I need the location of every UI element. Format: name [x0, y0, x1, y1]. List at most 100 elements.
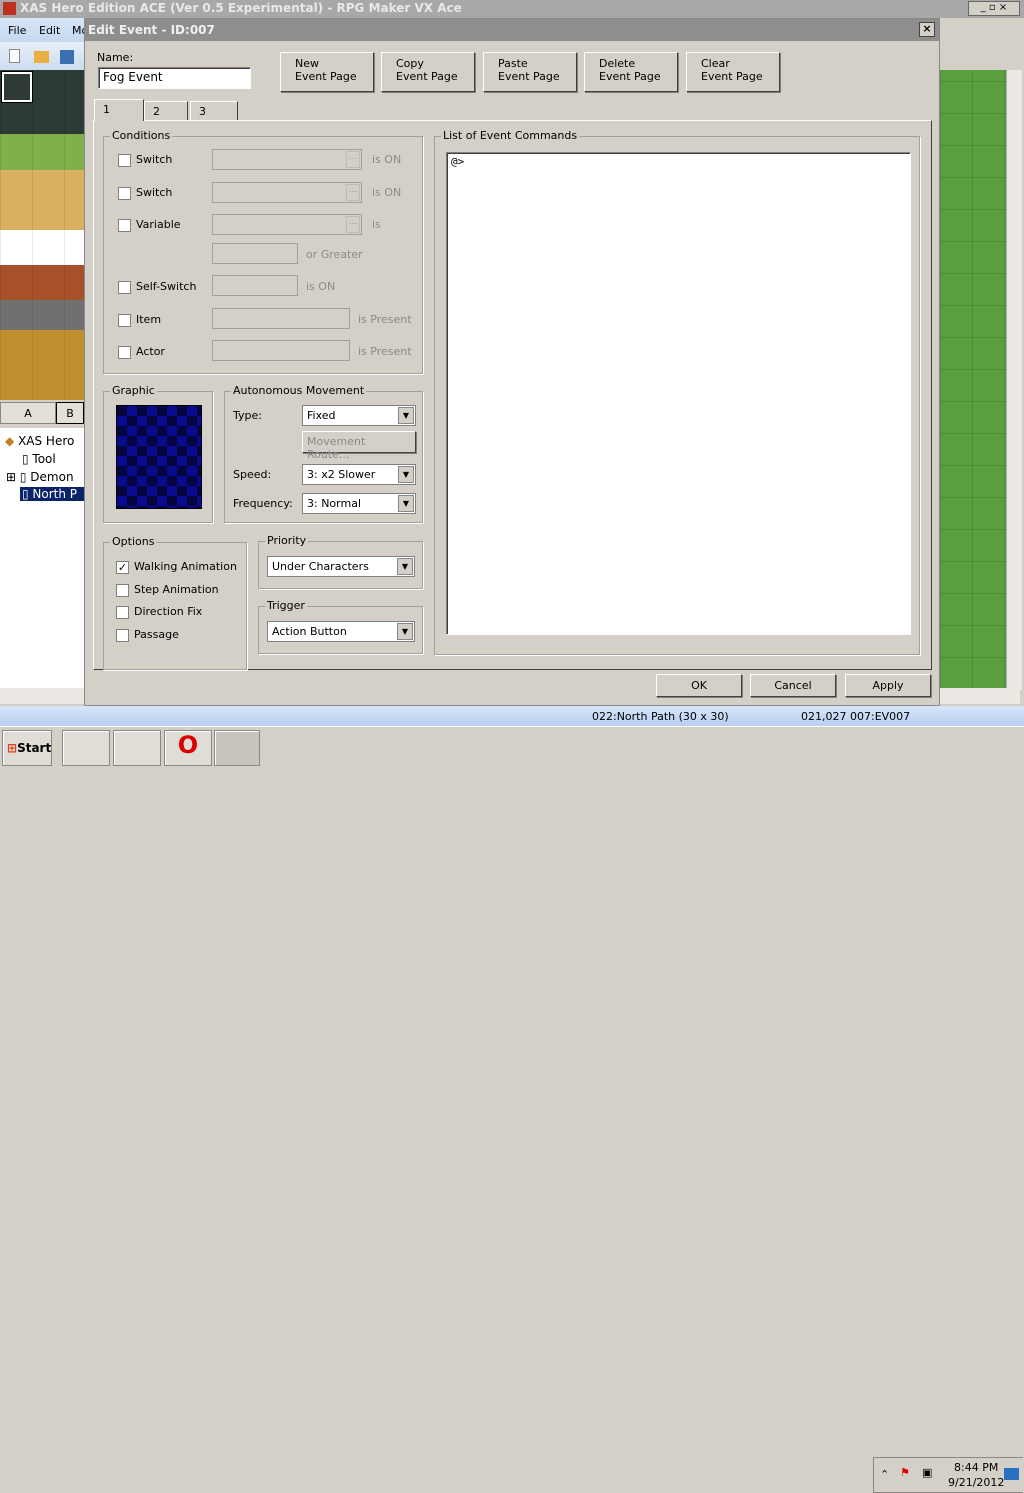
clock-date[interactable]: 9/21/2012	[948, 1476, 1004, 1489]
tab-page-1[interactable]: 1	[94, 99, 144, 121]
status-bar: 022:North Path (30 x 30) 021,027 007:EV0…	[0, 706, 1024, 726]
windows-logo-icon: ⊞	[7, 741, 18, 755]
app-window-controls[interactable]: _ ▫ ×	[968, 1, 1020, 16]
system-tray: ⌃ ⚑ ▣ 8:44 PM 9/21/2012	[873, 1457, 1023, 1493]
app-title-bar: XAS Hero Edition ACE (Ver 0.5 Experiment…	[0, 0, 1024, 18]
action-center-icon[interactable]: ⚑	[900, 1466, 910, 1479]
frequency-label: Frequency:	[233, 497, 293, 510]
graphic-group: Graphic	[103, 384, 213, 523]
close-button[interactable]: ×	[919, 22, 935, 37]
or-greater-label: or Greater	[306, 248, 363, 261]
dialog-title: Edit Event - ID:007	[88, 23, 215, 37]
option-label: Walking Animation	[134, 560, 237, 573]
option-label: Step Animation	[134, 582, 219, 596]
autonomous-movement-group: Autonomous Movement Type: Fixed ▼ Movemen…	[224, 384, 423, 523]
selected-tile	[1, 71, 33, 103]
menu-file[interactable]: File	[8, 24, 26, 37]
palette-tab-a[interactable]: A	[0, 402, 56, 424]
switch2-select: ...	[212, 182, 362, 203]
trigger-select[interactable]: Action Button ▼	[267, 621, 415, 642]
variable-is: is	[372, 218, 381, 231]
tab-page-3[interactable]: 3	[190, 101, 238, 121]
switch1-checkbox[interactable]	[118, 154, 131, 167]
item-checkbox[interactable]	[118, 314, 131, 327]
type-label: Type:	[233, 409, 262, 422]
menu-bar: File Edit Mo	[0, 18, 90, 42]
chevron-down-icon: ▼	[397, 623, 413, 640]
network-icon[interactable]: ▣	[922, 1466, 932, 1479]
option-checkbox[interactable]	[116, 606, 129, 619]
tab-page-2[interactable]: 2	[144, 101, 188, 121]
priority-select[interactable]: Under Characters ▼	[267, 556, 415, 577]
tree-item-demon[interactable]: ⊞ ▯ Demon	[6, 470, 74, 484]
apply-button[interactable]: Apply	[845, 674, 931, 697]
variable-checkbox[interactable]	[118, 219, 131, 232]
switch2-checkbox[interactable]	[118, 187, 131, 200]
map-tree: ◆ XAS Hero ▯ Tool ⊞ ▯ Demon ▯ North P	[0, 428, 84, 688]
copy-event-page-button[interactable]: Copy Event Page	[381, 52, 475, 92]
cancel-button[interactable]: Cancel	[750, 674, 836, 697]
ok-button[interactable]: OK	[656, 674, 742, 697]
show-desktop-icon[interactable]	[1004, 1468, 1019, 1480]
opera-icon[interactable]: O	[164, 730, 212, 766]
self-switch-checkbox[interactable]	[118, 281, 131, 294]
option-checkbox[interactable]: ✓	[116, 561, 129, 574]
delete-event-page-button[interactable]: Delete Event Page	[584, 52, 678, 92]
chevron-down-icon: ▼	[398, 466, 414, 483]
actor-is-present: is Present	[358, 345, 412, 358]
app-title: XAS Hero Edition ACE (Ver 0.5 Experiment…	[20, 1, 462, 15]
variable-label: Variable	[136, 218, 181, 231]
tree-item-tool[interactable]: ▯ Tool	[22, 452, 56, 466]
status-map: 022:North Path (30 x 30)	[592, 710, 729, 723]
new-event-page-button[interactable]: New Event Page	[280, 52, 374, 92]
toolbar	[0, 42, 90, 70]
dialog-title-bar: Edit Event - ID:007 ×	[85, 19, 939, 41]
conditions-label: Conditions	[110, 129, 173, 142]
taskbar-explorer[interactable]	[62, 730, 110, 766]
taskbar-messenger[interactable]	[113, 730, 161, 766]
start-button[interactable]: ⊞Start	[2, 730, 52, 766]
option-checkbox[interactable]	[116, 628, 129, 642]
variable-select: ...	[212, 214, 362, 235]
speed-select[interactable]: 3: x2 Slower ▼	[302, 464, 416, 485]
tree-item-project[interactable]: ◆ XAS Hero	[5, 434, 74, 448]
priority-group: Priority Under Characters ▼	[258, 534, 423, 589]
taskbar-rpgmaker[interactable]	[214, 730, 260, 766]
options-label: Options	[110, 535, 157, 548]
new-file-icon[interactable]	[9, 49, 20, 63]
map-vertical-scrollbar[interactable]	[1006, 70, 1022, 690]
trigger-group: Trigger Action Button ▼	[258, 599, 423, 654]
clear-event-page-button[interactable]: Clear Event Page	[686, 52, 780, 92]
options-group: Options ✓ Walking Animation Step Animation…	[103, 535, 247, 670]
name-label: Name:	[97, 51, 134, 64]
option-checkbox[interactable]	[116, 583, 129, 597]
movement-type-select[interactable]: Fixed ▼	[302, 405, 416, 426]
frequency-select[interactable]: 3: Normal ▼	[302, 493, 416, 514]
event-commands-list[interactable]: @>	[446, 152, 911, 635]
speed-label: Speed:	[233, 468, 272, 481]
tray-expand-icon[interactable]: ⌃	[880, 1468, 889, 1481]
actor-checkbox[interactable]	[118, 346, 131, 359]
priority-label: Priority	[265, 534, 309, 547]
map-view[interactable]	[940, 70, 1006, 690]
variable-value-spinner	[212, 243, 298, 264]
menu-edit[interactable]: Edit	[39, 24, 60, 37]
trigger-label: Trigger	[265, 599, 307, 612]
save-icon[interactable]	[60, 50, 74, 64]
open-folder-icon[interactable]	[34, 51, 49, 63]
command-line[interactable]: @>	[451, 155, 906, 168]
graphic-preview[interactable]	[116, 405, 202, 509]
chevron-down-icon: ▼	[397, 558, 413, 575]
item-select	[212, 308, 350, 329]
tile-palette[interactable]	[0, 70, 84, 400]
tree-item-north-path[interactable]: ▯ North P	[20, 487, 84, 501]
self-switch-select	[212, 275, 298, 296]
clock-time[interactable]: 8:44 PM	[954, 1461, 998, 1474]
chevron-down-icon: ▼	[398, 407, 414, 424]
switch2-is-on: is ON	[372, 186, 402, 199]
taskbar: ⊞Start O ⌃ ⚑ ▣ 8:44 PM 9/21/2012	[0, 726, 1024, 1493]
self-switch-label: Self-Switch	[136, 280, 197, 293]
name-input[interactable]: Fog Event	[98, 67, 251, 89]
palette-tab-b[interactable]: B	[56, 402, 84, 424]
paste-event-page-button[interactable]: Paste Event Page	[483, 52, 577, 92]
